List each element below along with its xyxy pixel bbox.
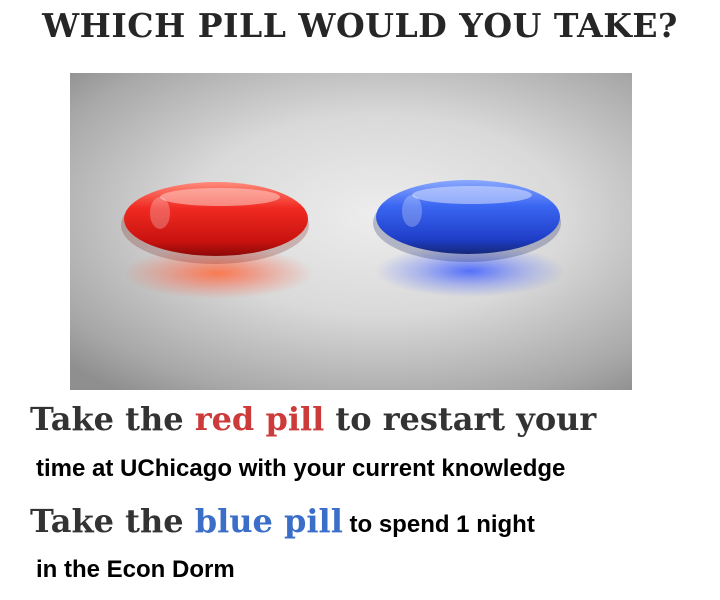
- blue-option-suffix: to spend 1 night: [342, 511, 535, 538]
- red-pill-icon: [121, 182, 313, 299]
- red-pill-label: red pill: [194, 400, 325, 438]
- red-option-suffix: to restart your: [324, 400, 597, 438]
- page-title: WHICH PILL WOULD YOU TAKE?: [42, 6, 678, 45]
- blue-option-prefix: Take the: [30, 502, 195, 540]
- red-option-prefix: Take the: [30, 400, 195, 438]
- blue-pill-icon: [373, 180, 565, 297]
- blue-option-continuation: in the Econ Dorm: [36, 556, 235, 583]
- red-option-continuation: time at UChicago with your current knowl…: [36, 455, 566, 482]
- blue-pill-option: Take the blue pill to spend 1 night: [30, 502, 535, 540]
- blue-pill-label: blue pill: [194, 502, 343, 540]
- pills-photo: [70, 73, 632, 390]
- red-pill-option: Take the red pill to restart your: [30, 400, 596, 438]
- pills-illustration: [121, 180, 565, 299]
